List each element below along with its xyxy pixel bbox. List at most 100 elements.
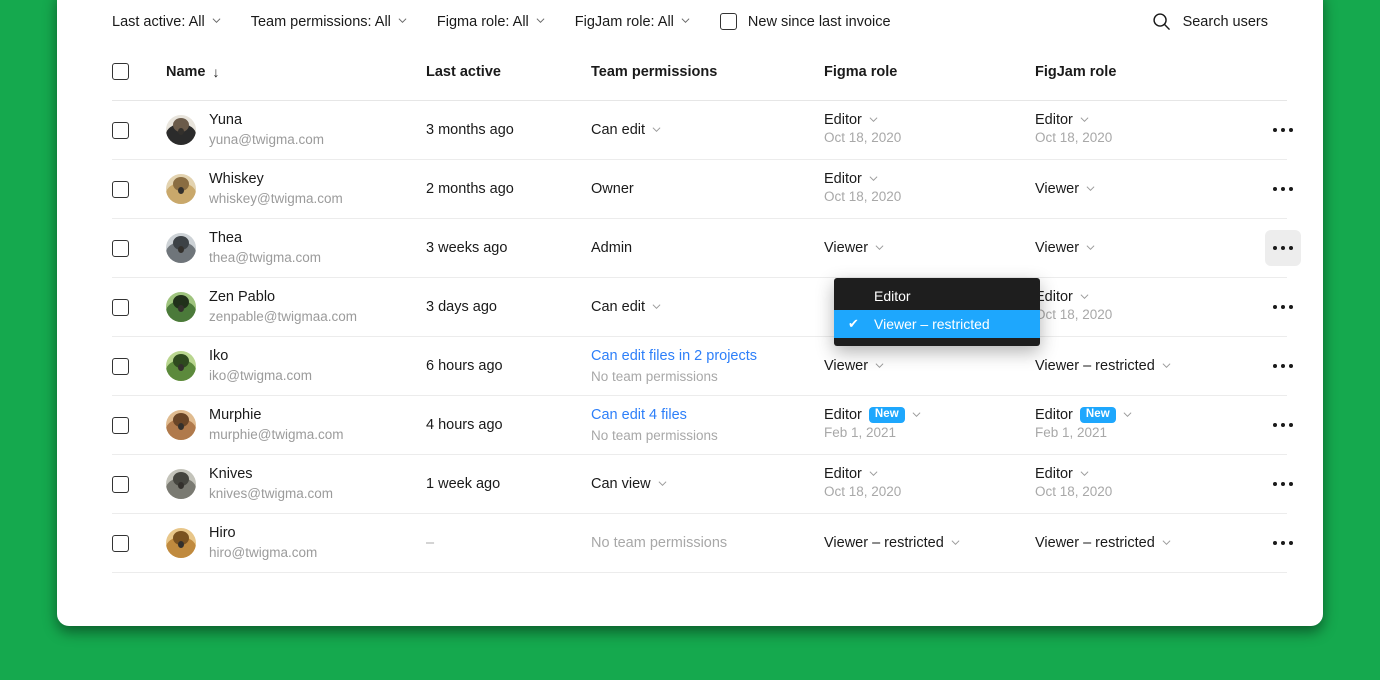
row-checkbox[interactable]: [112, 239, 129, 257]
table-row[interactable]: Thea thea@twigma.com 3 weeks ago Admin Viewe…: [112, 219, 1301, 278]
row-team-permissions[interactable]: Can view: [591, 476, 824, 492]
filter-team-permissions[interactable]: Team permissions: All: [251, 14, 407, 30]
row-more-actions-button[interactable]: [1265, 112, 1301, 148]
row-figjam-role[interactable]: Viewer – restricted: [1035, 358, 1247, 374]
row-figjam-role[interactable]: Viewer – restricted: [1035, 535, 1247, 551]
row-figjam-role[interactable]: Viewer: [1035, 181, 1247, 197]
row-team-permissions-value: Can edit: [591, 122, 646, 138]
row-figma-role-cell: Viewer: [824, 240, 1035, 256]
new-since-last-invoice-checkbox[interactable]: [719, 13, 737, 30]
row-user-name: Murphie: [209, 407, 262, 424]
row-figjam-role-cell: Viewer: [1035, 181, 1247, 197]
table-row[interactable]: Yuna yuna@twigma.com 3 months ago Can edit E…: [112, 101, 1293, 160]
row-team-permissions: No team permissions: [591, 535, 824, 551]
row-user-email: whiskey@twigma.com: [209, 190, 343, 206]
row-team-permissions-cell: Can edit: [591, 299, 824, 315]
row-select-cell: [112, 298, 166, 316]
row-team-permissions[interactable]: Can edit: [591, 299, 824, 315]
chevron-down-icon: [681, 16, 690, 25]
chevron-down-icon: [869, 174, 878, 183]
row-select-cell: [112, 416, 166, 434]
row-figjam-role-cell: Editor Oct 18, 2020: [1035, 466, 1247, 502]
table-row[interactable]: Murphie murphie@twigma.com 4 hours ago Can …: [112, 396, 1293, 455]
column-header-figjam-role[interactable]: FigJam role: [1035, 64, 1247, 80]
row-checkbox[interactable]: [112, 298, 129, 316]
table-row[interactable]: Whiskey whiskey@twigma.com 2 months ago Own…: [112, 160, 1293, 219]
row-more-actions-button[interactable]: [1265, 348, 1301, 384]
row-actions-cell: [1247, 407, 1301, 443]
row-team-permissions-link[interactable]: Can edit files in 2 projects: [591, 346, 824, 367]
row-figjam-role[interactable]: Editor: [1035, 466, 1247, 482]
row-checkbox[interactable]: [112, 475, 129, 493]
row-figma-role[interactable]: Editor: [824, 171, 1035, 187]
row-figjam-role[interactable]: Editor: [1035, 289, 1247, 305]
row-checkbox[interactable]: [112, 121, 129, 139]
row-figma-role-cell: Editor New Feb 1, 2021: [824, 406, 1035, 443]
search-users-button[interactable]: Search users: [1152, 12, 1268, 31]
filter-last-active[interactable]: Last active: All: [112, 14, 221, 30]
row-figjam-role-value: Editor: [1035, 289, 1073, 306]
row-figjam-role-cell: Editor Oct 18, 2020: [1035, 289, 1247, 325]
column-header-team-permissions[interactable]: Team permissions: [591, 64, 824, 80]
row-figma-role-value: Viewer: [824, 358, 869, 374]
row-more-actions-button[interactable]: [1265, 525, 1301, 561]
row-more-actions-button[interactable]: [1265, 466, 1301, 502]
row-last-active-cell: –: [426, 534, 591, 552]
row-team-permissions[interactable]: Can edit: [591, 122, 824, 138]
table-row[interactable]: Iko iko@twigma.com 6 hours ago Can edit fil…: [112, 337, 1293, 396]
row-figma-role[interactable]: Viewer: [824, 358, 1035, 374]
row-figjam-role[interactable]: Viewer: [1035, 240, 1247, 256]
table-row[interactable]: Zen Pablo zenpable@twigmaa.com 3 days ago C…: [112, 278, 1293, 337]
menu-item-viewer-restricted[interactable]: ✔ Viewer – restricted: [834, 310, 1040, 338]
row-name-cell: Whiskey whiskey@twigma.com: [166, 170, 426, 208]
row-more-actions-button[interactable]: [1265, 407, 1301, 443]
users-panel: Last active: All Team permissions: All F…: [57, 0, 1323, 626]
row-checkbox[interactable]: [112, 534, 129, 552]
row-last-active-cell: 2 months ago: [426, 180, 591, 198]
row-figma-role-cell: Viewer – restricted: [824, 535, 1035, 551]
row-more-actions-button[interactable]: [1265, 230, 1301, 266]
row-select-cell: [112, 534, 166, 552]
column-header-name[interactable]: Name ↓: [166, 64, 426, 80]
row-user-name: Yuna: [209, 112, 243, 129]
table-row[interactable]: Hiro hiro@twigma.com – No team permissions V…: [112, 514, 1293, 573]
row-figjam-role-cell: Viewer: [1035, 240, 1247, 256]
new-since-last-invoice-label: New since last invoice: [747, 13, 891, 30]
filter-bar: Last active: All Team permissions: All F…: [57, 0, 1323, 43]
row-more-actions-button[interactable]: [1265, 289, 1301, 325]
row-name-cell: Thea thea@twigma.com: [166, 229, 426, 267]
row-figjam-role[interactable]: Editor: [1035, 112, 1247, 128]
menu-item-viewer-restricted-label: Viewer – restricted: [874, 316, 990, 332]
filter-figma-role-label: Figma role: All: [436, 13, 529, 30]
row-figma-role[interactable]: Viewer: [824, 240, 1035, 256]
new-badge: New: [868, 406, 905, 424]
figma-role-dropdown-menu[interactable]: Editor ✔ Viewer – restricted: [834, 278, 1040, 346]
column-header-last-active[interactable]: Last active: [426, 64, 591, 80]
filter-figma-role[interactable]: Figma role: All: [437, 14, 545, 30]
chevron-down-icon: [875, 361, 884, 370]
row-figma-role[interactable]: Viewer – restricted: [824, 535, 1035, 551]
menu-item-editor[interactable]: Editor: [834, 282, 1040, 310]
row-team-permissions-link[interactable]: Can edit 4 files: [591, 405, 824, 426]
new-since-last-invoice-toggle[interactable]: New since last invoice: [719, 13, 891, 30]
row-more-actions-button[interactable]: [1265, 171, 1301, 207]
row-last-active-cell: 3 days ago: [426, 298, 591, 316]
row-checkbox[interactable]: [112, 180, 129, 198]
search-icon: [1152, 12, 1171, 31]
column-header-figma-role[interactable]: Figma role: [824, 64, 1035, 80]
select-all-checkbox[interactable]: [112, 63, 129, 80]
table-row[interactable]: Knives knives@twigma.com 1 week ago Can vie…: [112, 455, 1293, 514]
filter-figjam-role[interactable]: FigJam role: All: [575, 14, 690, 30]
chevron-down-icon: [875, 243, 884, 252]
row-figjam-role-date: Feb 1, 2021: [1035, 425, 1108, 441]
row-figma-role-value: Editor: [824, 171, 862, 188]
row-checkbox[interactable]: [112, 416, 129, 434]
row-figjam-role-value: Editor: [1035, 466, 1073, 483]
row-select-cell: [112, 239, 166, 257]
row-figma-role-date: Oct 18, 2020: [824, 484, 902, 500]
row-figma-role[interactable]: Editor New: [824, 406, 1035, 424]
row-figma-role[interactable]: Editor: [824, 466, 1035, 482]
row-figjam-role[interactable]: Editor New: [1035, 406, 1247, 424]
row-figma-role[interactable]: Editor: [824, 112, 1035, 128]
row-checkbox[interactable]: [112, 357, 129, 375]
